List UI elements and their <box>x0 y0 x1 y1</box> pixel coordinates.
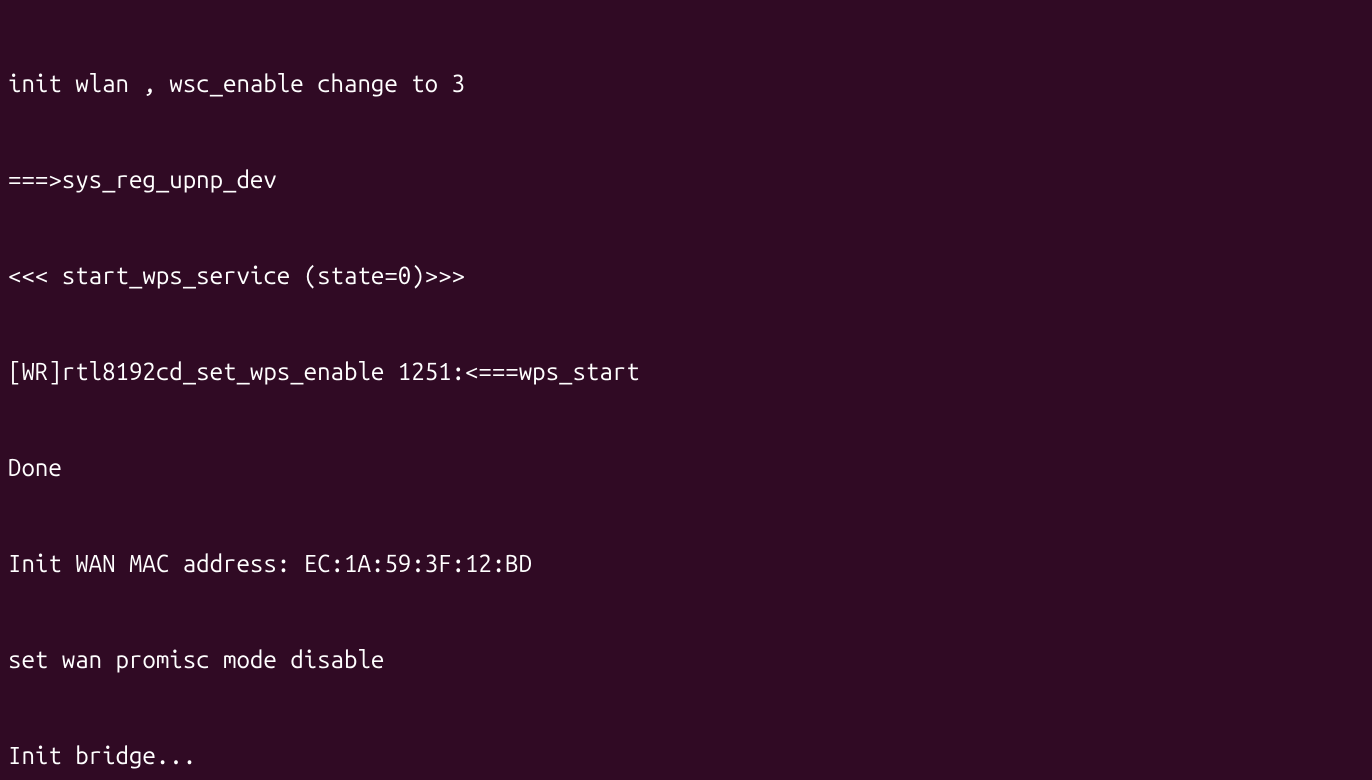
terminal-line: Init bridge... <box>8 740 1364 772</box>
terminal-line: init wlan , wsc_enable change to 3 <box>8 68 1364 100</box>
terminal-line: Done <box>8 452 1364 484</box>
terminal-output[interactable]: init wlan , wsc_enable change to 3 ===>s… <box>0 0 1372 780</box>
terminal-line: <<< start_wps_service (state=0)>>> <box>8 260 1364 292</box>
terminal-line: ===>sys_reg_upnp_dev <box>8 164 1364 196</box>
terminal-line: Init WAN MAC address: EC:1A:59:3F:12:BD <box>8 548 1364 580</box>
terminal-line: set wan promisc mode disable <box>8 644 1364 676</box>
terminal-line: [WR]rtl8192cd_set_wps_enable 1251:<===wp… <box>8 356 1364 388</box>
